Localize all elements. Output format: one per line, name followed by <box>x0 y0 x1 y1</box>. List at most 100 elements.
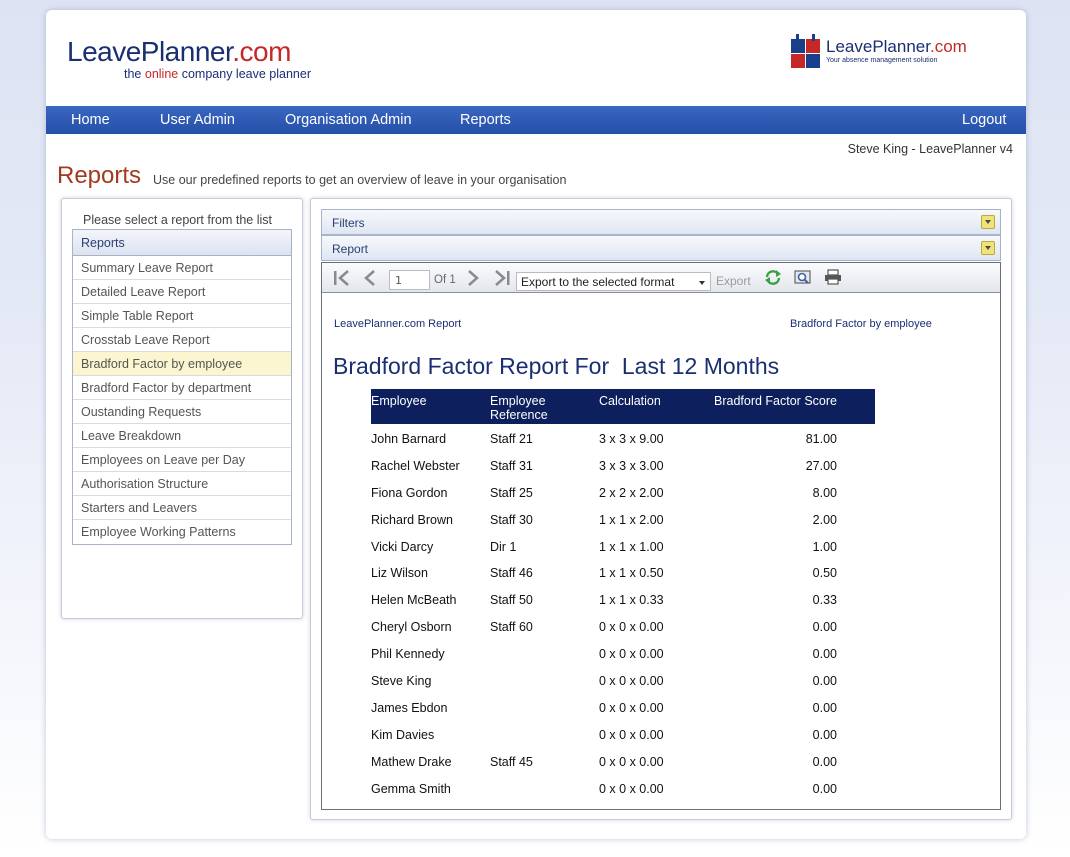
report-bar[interactable]: Report <box>321 235 1001 261</box>
next-page-icon[interactable] <box>465 269 481 287</box>
table-row: Gemma Smith 0 x 0 x 0.00 0.00 <box>371 774 875 801</box>
cell-reference: Staff 60 <box>490 620 533 635</box>
page-title: Reports <box>57 162 142 189</box>
cell-calculation: 0 x 0 x 0.00 <box>599 620 664 635</box>
cell-employee: Liz Wilson <box>371 566 428 581</box>
export-button[interactable]: Export <box>716 274 751 288</box>
page-subtitle: Use our predefined reports to get an ove… <box>153 173 567 187</box>
report-item-crosstab-leave[interactable]: Crosstab Leave Report <box>73 328 291 352</box>
nav-reports[interactable]: Reports <box>460 112 511 128</box>
last-page-icon[interactable] <box>492 269 512 287</box>
cell-reference: Staff 46 <box>490 566 533 581</box>
cell-calculation: 0 x 0 x 0.00 <box>599 674 664 689</box>
report-item-leave-breakdown[interactable]: Leave Breakdown <box>73 424 291 448</box>
report-label: Report <box>332 242 369 256</box>
logo-tagline: the online company leave planner <box>124 67 311 81</box>
filters-expand-icon[interactable] <box>981 215 995 229</box>
cell-score: 0.33 <box>812 593 837 608</box>
first-page-icon[interactable] <box>332 269 352 287</box>
nav-organisation-admin[interactable]: Organisation Admin <box>285 112 412 128</box>
cell-reference: Staff 21 <box>490 432 533 446</box>
cell-employee: Richard Brown <box>371 512 453 527</box>
cell-reference: Staff 25 <box>490 485 533 500</box>
leaveplanner-logo[interactable]: LeavePlanner.com the online company leav… <box>67 36 311 82</box>
cell-employee: Fiona Gordon <box>371 485 448 500</box>
cell-score: 0.00 <box>812 647 837 662</box>
report-item-employees-on-leave[interactable]: Employees on Leave per Day <box>73 448 291 472</box>
cell-calculation: 0 x 0 x 0.00 <box>599 808 664 809</box>
cell-reference: Staff 31 <box>490 458 533 473</box>
table-row: Rachel Webster Staff 31 3 x 3 x 3.00 27.00 <box>371 451 875 478</box>
cell-employee: Helen McBeath <box>371 593 457 608</box>
cell-calculation: 1 x 1 x 2.00 <box>599 512 664 527</box>
cell-calculation: 1 x 1 x 1.00 <box>599 539 664 554</box>
cell-calculation: 3 x 3 x 9.00 <box>599 432 664 446</box>
user-info: Steve King - LeavePlanner v4 <box>847 142 1013 156</box>
cell-employee: Geoff Taylor <box>371 808 438 809</box>
page-count-label: Of 1 <box>434 274 456 286</box>
print-icon[interactable] <box>824 269 842 285</box>
cell-employee: Rachel Webster <box>371 458 460 473</box>
cell-employee: John Barnard <box>371 432 447 446</box>
cell-score: 2.00 <box>812 512 837 527</box>
col-bradford-score: Bradford Factor Score <box>714 394 837 408</box>
table-row: Phil Kennedy 0 x 0 x 0.00 0.00 <box>371 639 875 666</box>
nav-user-admin[interactable]: User Admin <box>160 112 235 128</box>
nav-home[interactable]: Home <box>71 112 110 128</box>
report-item-simple-table[interactable]: Simple Table Report <box>73 304 291 328</box>
cell-employee: Cheryl Osborn <box>371 620 452 635</box>
badge-logo-text: LeavePlanner.com <box>826 37 967 56</box>
table-row: Vicki Darcy Dir 1 1 x 1 x 1.00 1.00 <box>371 532 875 559</box>
report-menu: Reports Summary Leave Report Detailed Le… <box>72 229 292 545</box>
table-row: Fiona Gordon Staff 25 2 x 2 x 2.00 8.00 <box>371 478 875 505</box>
cell-calculation: 1 x 1 x 0.50 <box>599 566 664 581</box>
cell-employee: Steve King <box>371 674 432 689</box>
table-row: Helen McBeath Staff 50 1 x 1 x 0.33 0.33 <box>371 585 875 612</box>
refresh-icon[interactable] <box>764 269 782 285</box>
report-item-detailed-leave[interactable]: Detailed Leave Report <box>73 280 291 304</box>
report-expand-icon[interactable] <box>981 241 995 255</box>
report-header-left: LeavePlanner.com Report <box>334 318 462 330</box>
report-item-outstanding-requests[interactable]: Oustanding Requests <box>73 400 291 424</box>
report-item-summary-leave[interactable]: Summary Leave Report <box>73 256 291 280</box>
report-item-bradford-department[interactable]: Bradford Factor by department <box>73 376 291 400</box>
cell-employee: Gemma Smith <box>371 781 451 796</box>
report-list-panel: Please select a report from the list Rep… <box>61 198 303 619</box>
previous-page-icon[interactable] <box>362 269 378 287</box>
page-number-input[interactable]: 1 <box>389 270 430 290</box>
cell-calculation: 0 x 0 x 0.00 <box>599 647 664 662</box>
cell-calculation: 0 x 0 x 0.00 <box>599 781 664 796</box>
report-menu-header: Reports <box>73 230 291 256</box>
col-employee-reference: Employee Reference <box>490 394 548 422</box>
report-item-authorisation-structure[interactable]: Authorisation Structure <box>73 472 291 496</box>
cell-score: 8.00 <box>812 485 837 500</box>
cell-score: 27.00 <box>805 458 837 473</box>
export-format-select[interactable]: Export to the selected format <box>516 272 711 291</box>
cell-calculation: 2 x 2 x 2.00 <box>599 485 664 500</box>
search-report-icon[interactable] <box>794 269 812 285</box>
cell-calculation: 3 x 3 x 3.00 <box>599 458 664 473</box>
cell-reference: Staff 50 <box>490 593 533 608</box>
report-item-starters-leavers[interactable]: Starters and Leavers <box>73 496 291 520</box>
table-row: James Ebdon 0 x 0 x 0.00 0.00 <box>371 693 875 720</box>
col-calculation: Calculation <box>599 394 661 408</box>
cell-score: 0.00 <box>813 808 837 809</box>
filters-bar[interactable]: Filters <box>321 209 1001 235</box>
cell-score: 0.00 <box>812 674 837 689</box>
report-viewer-panel: Filters Report 1 Of 1 Export to the sele… <box>310 198 1012 820</box>
table-row: Kim Davies 0 x 0 x 0.00 0.00 <box>371 720 875 747</box>
report-viewer: 1 Of 1 Export to the selected format Exp… <box>321 262 1001 810</box>
cell-employee: Mathew Drake <box>371 754 452 769</box>
table-row: Richard Brown Staff 30 1 x 1 x 2.00 2.00 <box>371 505 875 532</box>
table-row: Cheryl Osborn Staff 60 0 x 0 x 0.00 0.00 <box>371 612 875 639</box>
report-item-bradford-employee[interactable]: Bradford Factor by employee <box>73 352 291 376</box>
cell-employee: James Ebdon <box>371 700 448 715</box>
report-item-working-patterns[interactable]: Employee Working Patterns <box>73 520 291 544</box>
cell-employee: Kim Davies <box>371 727 435 742</box>
report-header-right: Bradford Factor by employee <box>790 318 932 330</box>
nav-logout[interactable]: Logout <box>962 112 1006 128</box>
cell-calculation: 1 x 1 x 0.33 <box>599 593 664 608</box>
logo-main-text: LeavePlanner.com <box>67 36 291 67</box>
cell-score: 0.00 <box>812 754 837 769</box>
cell-reference: Staff 45 <box>490 754 533 769</box>
